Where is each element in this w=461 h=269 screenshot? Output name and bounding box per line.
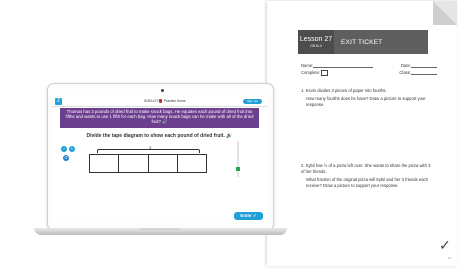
question-1-text: 1. Kevin divides 3 pieces of paper into … — [301, 88, 387, 93]
check-mark-icon: ✓ — [439, 237, 451, 253]
plus-button[interactable]: + — [69, 146, 75, 152]
name-label: Name: — [301, 63, 314, 68]
question-2: 2. Sybil has ½ of a pizza left over. She… — [301, 163, 435, 191]
date-line — [411, 63, 437, 68]
question-1: 1. Kevin divides 3 pieces of paper into … — [301, 88, 435, 110]
question-2-text: 2. Sybil has ½ of a pizza left over. She… — [301, 163, 431, 174]
class-label: Class: — [399, 70, 411, 75]
tape-segment[interactable] — [119, 154, 149, 173]
problem-prompt: Thomas has 3 pounds of dried fruit to ma… — [60, 108, 259, 128]
tape-segment[interactable] — [148, 154, 178, 173]
question-1-prompt: How many fourths does he have? Draw a pi… — [306, 96, 426, 107]
lesson-code: G5.M.4 — [310, 44, 322, 48]
sign-out-button[interactable]: Sign out — [243, 98, 262, 104]
side-scale-bar — [236, 141, 240, 177]
lesson-badge: Lesson 27 G5.M.4 — [298, 30, 334, 54]
webcam-icon — [161, 89, 164, 92]
laptop-notch — [140, 228, 180, 231]
page-fold-shadow — [433, 1, 457, 25]
date-label: Date: — [400, 63, 411, 68]
scale-marker — [236, 167, 240, 171]
name-line — [313, 63, 374, 68]
page-number: 11 — [448, 256, 452, 260]
enter-button[interactable]: Enter ✓ — [234, 212, 263, 220]
app-header: ℤ SHELLEY Practice Home Sign out — [52, 97, 267, 107]
tape-segment[interactable] — [177, 154, 207, 173]
instruction-text: Divide the tape diagram to show each pou… — [86, 133, 233, 139]
tape-segment[interactable] — [89, 154, 120, 173]
question-2-prompt: What fraction of the original pizza will… — [306, 177, 428, 188]
complete-checkbox — [321, 70, 329, 76]
user-icon — [159, 99, 162, 103]
lesson-label: Lesson 27 — [299, 36, 333, 43]
complete-label: Complete: — [301, 70, 321, 76]
minus-button[interactable]: − — [61, 146, 67, 152]
exit-ticket-header: Lesson 27 G5.M.4 EXIT TICKET — [298, 30, 428, 54]
app-screen: ℤ SHELLEY Practice Home Sign out Thomas … — [52, 97, 267, 222]
user-name: SHELLEY — [144, 99, 159, 103]
tape-diagram[interactable] — [89, 154, 207, 173]
tape-brace — [97, 149, 200, 153]
exit-ticket-title: EXIT TICKET — [341, 38, 383, 46]
app-logo-icon[interactable]: ℤ — [55, 98, 62, 105]
complete-class-row: Complete: Class: — [301, 70, 437, 76]
exit-ticket-page: Lesson 27 G5.M.4 EXIT TICKET Name: Date:… — [267, 1, 457, 266]
practice-home-link[interactable]: Practice Home — [164, 99, 186, 103]
undo-button[interactable]: ↺ — [63, 155, 69, 161]
name-date-row: Name: Date: — [301, 63, 437, 68]
class-line — [411, 70, 437, 75]
